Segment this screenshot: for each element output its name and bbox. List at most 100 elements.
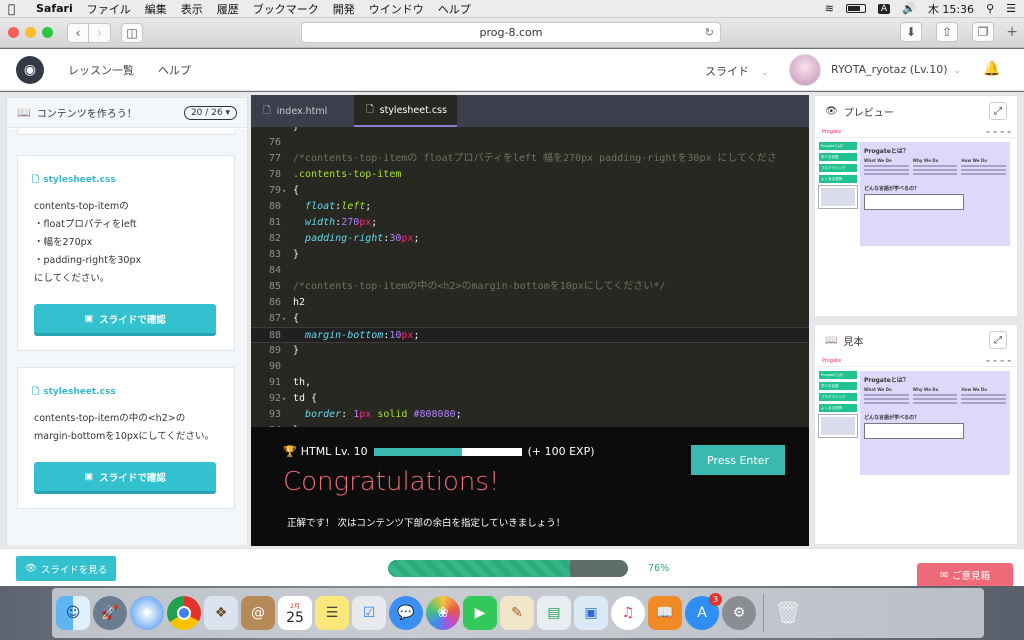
press-enter-button[interactable]: Press Enter [691,445,785,475]
music-icon[interactable]: ♫ [611,596,645,630]
code-line[interactable]: 76 [251,135,809,151]
code-line[interactable]: 89} [251,343,809,359]
contacts-icon[interactable]: @ [241,596,275,630]
code-line[interactable]: 85 /*contents-top-itemの中の<h2>のmargin-bott… [251,279,809,295]
numbers-icon[interactable]: ▤ [537,596,571,630]
facetime-icon[interactable]: ▶ [463,596,497,630]
tab-stylesheet-css[interactable]: 🗋 stylesheet.css [354,95,457,127]
address-bar[interactable]: prog-8.com ↻ [301,22,721,43]
battery-icon[interactable] [845,4,866,13]
menu-edit[interactable]: 編集 [145,1,167,17]
system-preferences-icon[interactable]: ⚙ [722,596,756,630]
slide-dropdown[interactable]: スライド ⌄ [705,63,769,79]
code-line[interactable]: 86 h2 [251,295,809,311]
finder-icon[interactable]: ☺ [56,596,90,630]
launchpad-icon[interactable]: 🚀 [93,596,127,630]
browser-toolbar: ‹ › ◫ prog-8.com ↻ ⬇ ⇧ ❐ + [0,18,1024,48]
wifi-icon[interactable]: ≋ [825,2,834,15]
notes-icon[interactable]: ☰ [315,596,349,630]
expand-example-button[interactable]: ⤢ [989,331,1007,349]
tabs-overview-button[interactable]: ❐ [972,22,994,42]
preview-frame[interactable]: Progate ▬ ▬ ▬ ▬ Progateとは？ 学べる言語 プログラミング … [816,126,1016,246]
example-frame[interactable]: Progate ▬ ▬ ▬ ▬ Progateとは？ 学べる言語 プログラミング … [816,355,1016,475]
progate-logo-icon[interactable]: ◉ [16,55,44,84]
trash-icon[interactable]: 🗑 [771,596,805,630]
menu-window[interactable]: ウインドウ [369,1,424,17]
code-line[interactable]: 93 border: 1px solid #808080; [251,407,809,423]
menu-develop[interactable]: 開発 [333,1,355,17]
fold-icon[interactable]: ▾ [282,391,286,407]
code-line[interactable]: 78 .contents-top-item [251,167,809,183]
minimize-window-button[interactable] [25,27,36,38]
app-store-icon[interactable]: A3 [685,593,722,630]
tab-index-html[interactable]: 🗋 index.html [251,95,354,127]
downloads-button[interactable]: ⬇ [900,22,922,42]
code-line[interactable]: 84 [251,263,809,279]
code-line[interactable]: 90 [251,359,809,375]
nav-help[interactable]: ヘルプ [158,62,191,78]
search-icon[interactable]: ⚲ [986,2,994,15]
fold-icon[interactable]: ▾ [282,183,286,199]
menu-bookmarks[interactable]: ブックマーク [253,1,319,17]
code-line[interactable]: 83} [251,247,809,263]
code-line[interactable]: 79 ▾ { [251,183,809,199]
menu-history[interactable]: 履歴 [217,1,239,17]
menu-app-name[interactable]: Safari [36,2,73,15]
avatar[interactable] [789,54,821,86]
menu-file[interactable]: ファイル [87,1,131,17]
check-slide-button[interactable]: ▣ スライドで確認 [34,304,216,336]
mail-bird-icon[interactable]: ❖ [204,596,238,630]
reload-icon[interactable]: ↻ [705,23,714,42]
forward-button[interactable]: › [89,22,111,43]
pages-icon[interactable]: ✎ [500,596,534,630]
messages-icon[interactable]: 💬 [389,596,423,630]
code-line[interactable]: 81 width:270px; [251,215,809,231]
book-icon: 📖 [825,334,838,346]
tabs-icon: ❐ [977,25,989,39]
share-button[interactable]: ⇧ [936,22,958,42]
keynote-icon[interactable]: ▣ [574,596,608,630]
reminders-icon[interactable]: ☑ [352,596,386,630]
close-window-button[interactable] [8,27,19,38]
code-line[interactable]: } [251,127,809,135]
expand-preview-button[interactable]: ⤢ [989,102,1007,120]
user-menu[interactable]: RYOTA_ryotaz (Lv.10) ⌄ [831,63,961,76]
code-line[interactable]: 88 margin-bottom:10px; [251,327,809,343]
nav-lesson-list[interactable]: レッスン一覧 [68,62,134,78]
code-line[interactable]: 92 ▾ td { [251,391,809,407]
fold-icon[interactable]: ▾ [282,311,286,327]
sidebar-toggle-button[interactable]: ◫ [121,22,143,43]
slide-dropdown-label: スライド [705,65,749,78]
apple-icon[interactable]:  [8,2,22,16]
back-button[interactable]: ‹ [67,22,89,43]
zoom-window-button[interactable] [42,27,53,38]
chrome-icon[interactable] [167,596,201,630]
code-line[interactable]: 91 th, [251,375,809,391]
volume-icon[interactable]: 🔊 [902,2,916,15]
code-text: th, [293,377,312,388]
editor-tabs: 🗋 index.html 🗋 stylesheet.css [251,95,809,127]
ibooks-icon[interactable]: 📖 [648,596,682,630]
instruction-line: contents-top-itemの中の<h2>の [34,413,186,424]
menu-clock[interactable]: 木 15:36 [928,1,974,17]
calendar-icon[interactable]: 2月 25 [278,596,312,630]
lesson-progress-dropdown[interactable]: 20 / 26 ▾ [183,105,237,120]
code-line[interactable]: 87 ▾ { [251,311,809,327]
menu-help[interactable]: ヘルプ [438,1,471,17]
feedback-button[interactable]: ✉ ご意見箱 [917,563,1013,587]
view-slides-button[interactable]: 👁 スライドを見る [16,556,116,581]
safari-icon[interactable]: ✦ [130,596,164,630]
code-line[interactable]: 77 /*contents-top-itemの floatプロパティをleft 幅… [251,151,809,167]
instructions-scroll[interactable]: 🗋 stylesheet.css contents-top-itemの ・floa… [7,129,247,545]
input-source-icon[interactable]: A [877,3,891,14]
notification-center-icon[interactable]: ☰ [1006,2,1016,15]
check-slide-button[interactable]: ▣ スライドで確認 [34,462,216,494]
code-line[interactable]: 82 padding-right:30px; [251,231,809,247]
code-area[interactable]: } 76 77 /*contents-top-itemの floatプロパティをlef… [251,127,809,427]
menu-view[interactable]: 表示 [181,1,203,17]
line-number: 79 [268,185,281,196]
new-tab-button[interactable]: + [1006,24,1018,40]
code-line[interactable]: 80 float:left; [251,199,809,215]
notification-bell-icon[interactable]: 🔔 [983,61,1000,77]
photos-icon[interactable]: ❀ [426,596,460,630]
